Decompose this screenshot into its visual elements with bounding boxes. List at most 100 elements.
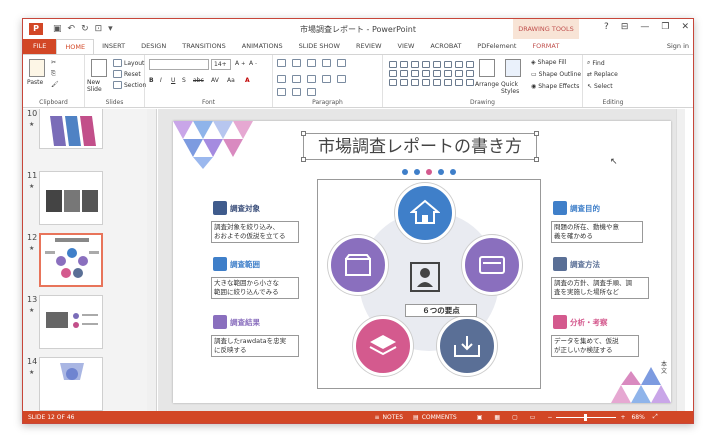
undo-icon[interactable]: ↶ [68, 24, 76, 34]
align-right-icon[interactable] [307, 75, 316, 83]
underline-icon[interactable]: U [171, 77, 175, 84]
tab-pdfelement[interactable]: PDFelement [469, 39, 524, 54]
shapes-gallery[interactable] [389, 61, 475, 86]
character-spacing-icon[interactable]: AV [211, 77, 219, 84]
tab-file[interactable]: FILE [23, 39, 57, 54]
shape-effects-button[interactable]: ◉ Shape Effects [531, 83, 579, 90]
customize-qat-icon[interactable]: ▾ [108, 24, 113, 34]
slideshow-view-icon[interactable]: ▭ [530, 414, 536, 421]
reading-view-icon[interactable]: ▢ [512, 414, 518, 421]
bullets-icon[interactable] [277, 59, 286, 67]
start-slideshow-icon[interactable]: ⊡ [95, 24, 103, 34]
side-vertical-text[interactable]: 本文 [661, 361, 669, 375]
italic-icon[interactable]: I [160, 77, 162, 84]
change-case-icon[interactable]: Aa [227, 77, 235, 84]
redo-icon[interactable]: ↻ [81, 24, 89, 34]
restore-button[interactable]: ❐ [661, 22, 669, 32]
select-button[interactable]: ↖ Select [587, 83, 613, 90]
new-slide-button[interactable]: New Slide [87, 79, 111, 93]
slide-title[interactable]: 市場調査レポートの書き方 [303, 133, 537, 160]
quick-styles-icon[interactable] [505, 59, 521, 77]
notes-button[interactable]: ≡ NOTES [375, 414, 404, 421]
zoom-out-icon[interactable]: − [547, 414, 552, 421]
font-size-box[interactable]: 14+ [211, 59, 231, 70]
quick-styles-button[interactable]: Quick Styles [501, 81, 529, 95]
left-item-2-label[interactable]: 調査範囲 [230, 259, 260, 270]
resize-handle[interactable] [301, 157, 306, 162]
right-item-2-label[interactable]: 調査方法 [570, 259, 600, 270]
center-label[interactable]: ６つの要点 [405, 304, 477, 317]
right-item-1-desc[interactable]: 問題の所在、動機や意 義を確かめる [551, 221, 643, 243]
left-item-2-desc[interactable]: 大きな範囲から小さな 範囲に絞り込んでみる [211, 277, 299, 299]
smartart-icon[interactable] [307, 88, 316, 96]
fit-slide-icon[interactable]: ⤢ [653, 413, 658, 421]
save-icon[interactable]: ▣ [53, 24, 62, 34]
replace-button[interactable]: ⇄ Replace [587, 71, 618, 78]
tab-format[interactable]: FORMAT [524, 39, 567, 54]
right-item-1-label[interactable]: 調査目的 [570, 203, 600, 214]
zoom-level[interactable]: 68% [631, 414, 644, 421]
font-name-box[interactable] [149, 59, 209, 70]
thumbnails-scrollbar[interactable] [147, 109, 156, 413]
left-item-3-desc[interactable]: 調査したrawdataを忠実 に反映する [211, 335, 299, 357]
numbering-icon[interactable] [292, 59, 301, 67]
arrange-icon[interactable] [479, 59, 495, 77]
right-item-3-label[interactable]: 分析・考察 [570, 317, 608, 328]
normal-view-icon[interactable]: ▣ [477, 414, 483, 421]
layout-button[interactable]: Layout [113, 59, 144, 67]
slide-sorter-view-icon[interactable]: ▦ [494, 414, 500, 421]
sign-in-link[interactable]: Sign in [667, 39, 689, 54]
grow-font-icon[interactable]: A + [235, 60, 245, 67]
zoom-slider[interactable] [556, 413, 617, 421]
line-spacing-icon[interactable] [337, 59, 346, 67]
text-direction-icon[interactable] [277, 88, 286, 96]
bold-icon[interactable]: B [149, 77, 154, 84]
tab-design[interactable]: DESIGN [133, 39, 174, 54]
slide-canvas[interactable]: 市場調査レポートの書き方 ６つの要点 調査対象 調査対象を絞り込み、 おおよその… [173, 121, 671, 403]
align-text-icon[interactable] [292, 88, 301, 96]
tab-slide-show[interactable]: SLIDE SHOW [291, 39, 348, 54]
align-center-icon[interactable] [292, 75, 301, 83]
resize-handle[interactable] [534, 157, 539, 162]
shrink-font-icon[interactable]: A- [249, 60, 257, 67]
left-item-3-label[interactable]: 調査結果 [230, 317, 260, 328]
shadow-icon[interactable]: S [182, 77, 186, 84]
zoom-slider-thumb[interactable] [584, 413, 588, 421]
right-item-3-desc[interactable]: データを集めて、仮説 が正しいか検証する [551, 335, 639, 357]
new-slide-icon[interactable] [91, 59, 107, 77]
slide-vertical-scrollbar[interactable] [676, 109, 685, 413]
resize-handle[interactable] [534, 131, 539, 136]
tab-acrobat[interactable]: ACROBAT [422, 39, 469, 54]
align-left-icon[interactable] [277, 75, 286, 83]
paste-button[interactable]: Paste [27, 79, 43, 86]
reset-button[interactable]: Reset [113, 70, 141, 78]
zoom-in-icon[interactable]: + [620, 414, 625, 421]
copy-icon[interactable]: ⎘ [51, 70, 56, 78]
shape-fill-button[interactable]: ◈ Shape Fill [531, 59, 566, 66]
resize-handle[interactable] [301, 131, 306, 136]
tab-insert[interactable]: INSERT [94, 39, 133, 54]
cut-icon[interactable]: ✂ [51, 59, 56, 66]
columns-icon[interactable] [337, 75, 346, 83]
left-item-1-desc[interactable]: 調査対象を絞り込み、 おおよその仮説を立てる [211, 221, 299, 243]
font-color-icon[interactable]: A [245, 77, 250, 84]
help-button[interactable]: ? [604, 22, 609, 32]
left-item-1-label[interactable]: 調査対象 [230, 203, 260, 214]
justify-icon[interactable] [322, 75, 331, 83]
minimize-button[interactable]: — [640, 22, 649, 32]
arrange-button[interactable]: Arrange [475, 81, 499, 88]
paste-icon[interactable] [29, 59, 45, 77]
tab-home[interactable]: HOME [56, 39, 95, 54]
close-button[interactable]: ✕ [681, 22, 689, 32]
format-painter-icon[interactable]: 🖌 [51, 81, 59, 88]
find-button[interactable]: ⌕ Find [587, 59, 605, 67]
tab-animations[interactable]: ANIMATIONS [234, 39, 291, 54]
section-button[interactable]: Section [113, 81, 146, 89]
tab-transitions[interactable]: TRANSITIONS [174, 39, 234, 54]
tab-view[interactable]: VIEW [390, 39, 423, 54]
right-item-2-desc[interactable]: 調査の方針、調査手順、調 査を実施した場所など [551, 277, 649, 299]
tab-review[interactable]: REVIEW [348, 39, 390, 54]
ribbon-display-options-icon[interactable]: ⊟ [621, 22, 629, 32]
decrease-indent-icon[interactable] [307, 59, 316, 67]
shape-outline-button[interactable]: ▭ Shape Outline [531, 71, 581, 78]
